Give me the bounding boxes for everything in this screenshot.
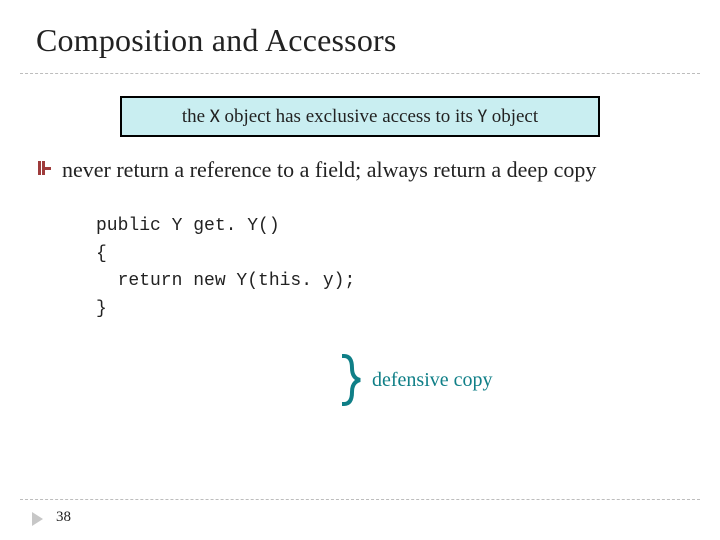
callout-code-1: X bbox=[210, 105, 220, 128]
code-block: public Y get. Y() { return new Y(this. y… bbox=[96, 213, 676, 325]
body-area: never return a reference to a field; alw… bbox=[0, 137, 720, 324]
code-line-3: return new Y(this. y); bbox=[96, 271, 355, 291]
annotation-label: defensive copy bbox=[372, 369, 493, 392]
bullet-icon bbox=[36, 161, 52, 177]
page-number: 38 bbox=[56, 509, 71, 526]
code-line-1: public Y get. Y() bbox=[96, 216, 280, 236]
bullet-text: never return a reference to a field; alw… bbox=[62, 155, 596, 185]
footer-divider bbox=[20, 499, 700, 500]
brace-icon bbox=[340, 354, 362, 406]
code-line-2: { bbox=[96, 244, 107, 264]
title-divider bbox=[20, 73, 700, 74]
callout-code-2: Y bbox=[478, 105, 487, 128]
callout-text-3: object bbox=[487, 106, 538, 127]
bullet-row: never return a reference to a field; alw… bbox=[36, 155, 676, 185]
code-line-4: } bbox=[96, 299, 107, 319]
slide: Composition and Accessors the X object h… bbox=[0, 0, 720, 540]
callout-text-1: the bbox=[182, 106, 210, 127]
page-title: Composition and Accessors bbox=[0, 0, 720, 73]
callout-text-2: object has exclusive access to its bbox=[220, 106, 478, 127]
annotation: defensive copy bbox=[340, 354, 493, 406]
callout-box: the X object has exclusive access to its… bbox=[120, 96, 600, 137]
play-icon bbox=[32, 512, 43, 526]
